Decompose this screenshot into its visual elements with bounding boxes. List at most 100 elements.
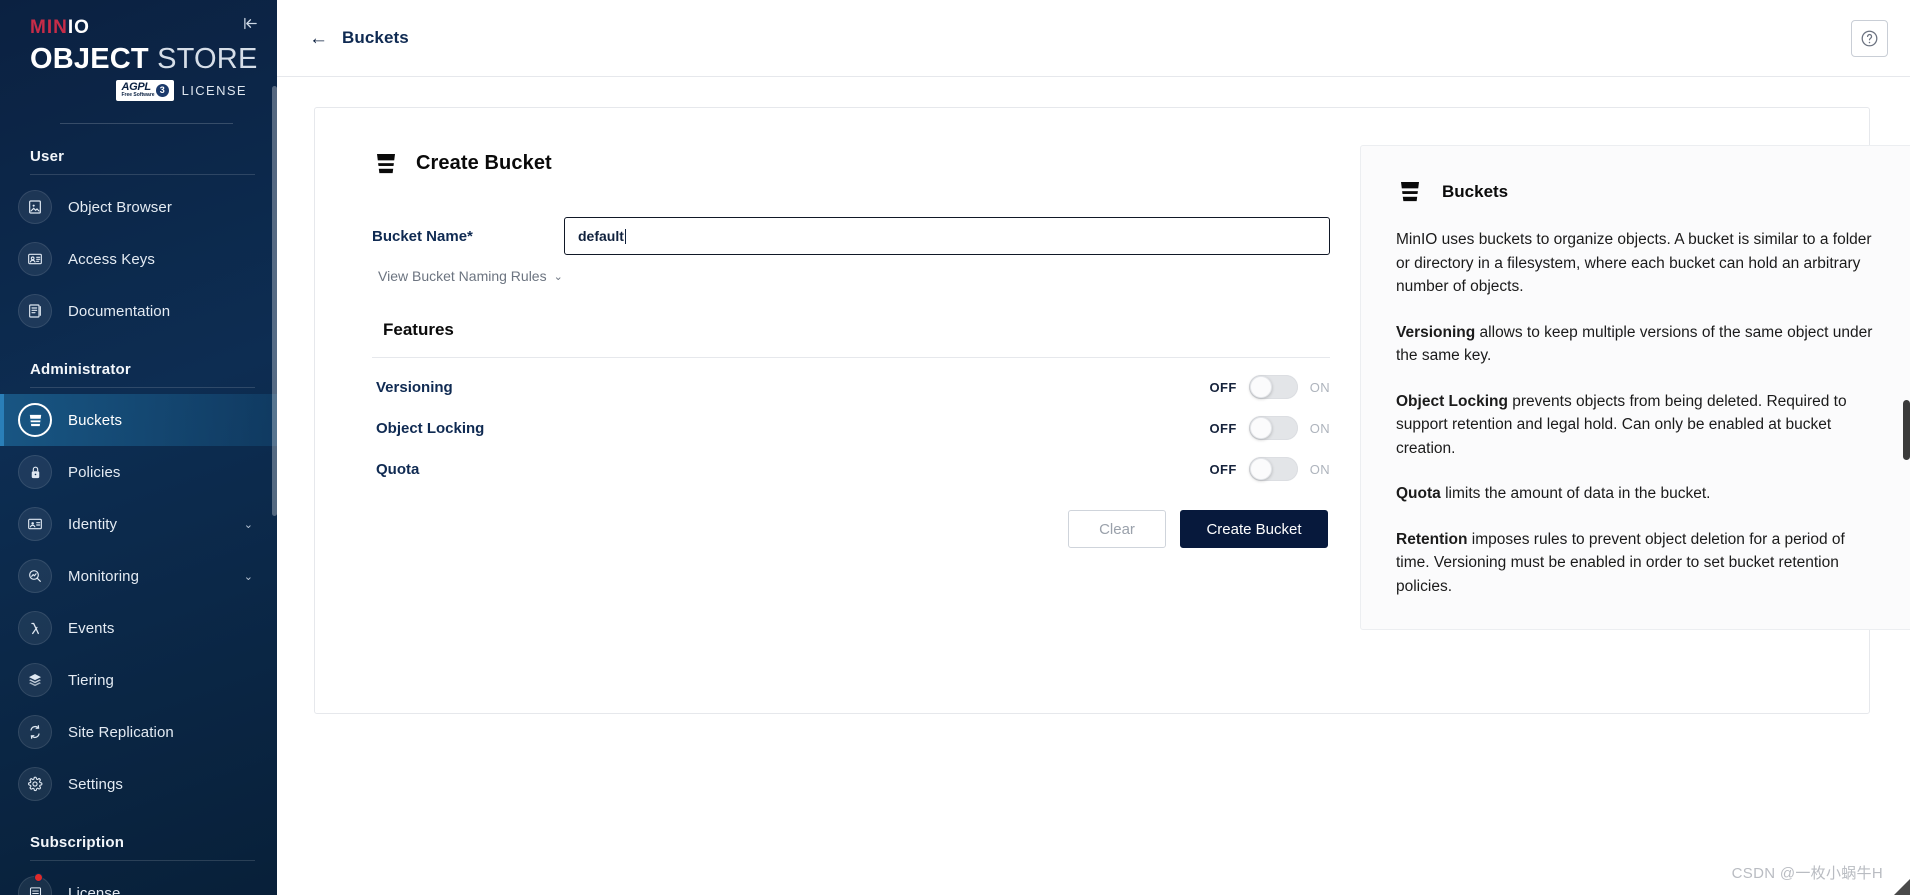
bucket-icon <box>1396 178 1424 205</box>
sidebar-item-identity[interactable]: Identity ⌄ <box>0 498 277 550</box>
sidebar-item-label: License <box>68 884 121 895</box>
bucket-name-label: Bucket Name* <box>372 227 473 245</box>
toggle-on-label: ON <box>1309 379 1330 395</box>
create-bucket-form: Create Bucket Bucket Name* default View … <box>345 134 1330 687</box>
feature-row-object-locking: Object Locking OFF ON <box>372 399 1330 440</box>
sidebar-group-rule <box>30 174 255 176</box>
buckets-info-panel: Buckets MinIO uses buckets to organize o… <box>1360 145 1910 630</box>
info-term-quota: Quota <box>1396 485 1441 503</box>
sidebar-item-documentation[interactable]: Documentation <box>0 285 277 337</box>
sidebar-item-label: Tiering <box>68 671 114 689</box>
toggle-knob <box>1249 417 1272 439</box>
events-lambda-icon <box>18 611 52 646</box>
sidebar-nav: User Object Browser Access Keys Document… <box>0 124 277 895</box>
corner-fold-decoration <box>1894 879 1910 895</box>
object-locking-toggle[interactable] <box>1248 416 1298 440</box>
bucket-name-value: default <box>578 228 624 244</box>
agpl-version-text: 3 <box>155 83 169 97</box>
sidebar-item-label: Buckets <box>68 411 123 429</box>
bucket-icon <box>372 150 400 177</box>
sidebar-item-policies[interactable]: Policies <box>0 446 277 498</box>
sidebar-item-tiering[interactable]: Tiering <box>0 654 277 706</box>
site-replication-icon <box>18 715 52 750</box>
minio-console-app: MINIO OBJECT STORE AGPL Free Software 3 … <box>0 0 1910 895</box>
info-term-retention: Retention <box>1396 530 1468 548</box>
sidebar: MINIO OBJECT STORE AGPL Free Software 3 … <box>0 0 277 895</box>
info-paragraph-intro: MinIO uses buckets to organize objects. … <box>1396 231 1872 296</box>
chevron-down-icon[interactable]: ⌄ <box>244 518 263 531</box>
help-circle-icon[interactable] <box>1851 19 1888 57</box>
sidebar-group-user: User <box>30 148 65 166</box>
info-paragraph-object-locking: Object Locking prevents objects from bei… <box>1396 390 1879 461</box>
bucket-icon <box>18 403 52 438</box>
sidebar-item-events[interactable]: Events <box>0 602 277 654</box>
quota-toggle-wrap: OFF ON <box>1209 457 1330 481</box>
view-bucket-naming-rules-link[interactable]: View Bucket Naming Rules ⌄ <box>378 268 563 284</box>
form-actions: Clear Create Bucket <box>372 510 1328 548</box>
sidebar-group-subscription: Subscription <box>30 834 125 852</box>
sidebar-item-label: Monitoring <box>68 567 140 585</box>
object-browser-icon <box>18 190 52 225</box>
chevron-down-icon[interactable]: ⌄ <box>244 570 263 583</box>
sidebar-item-label: Site Replication <box>68 723 174 741</box>
sidebar-item-label: Documentation <box>68 302 171 320</box>
sidebar-group-administrator: Administrator <box>30 361 131 379</box>
create-bucket-panel: Create Bucket Bucket Name* default View … <box>314 107 1910 714</box>
sidebar-item-monitoring[interactable]: Monitoring ⌄ <box>0 550 277 602</box>
toggle-off-label: OFF <box>1209 420 1237 436</box>
create-bucket-header: Create Bucket <box>372 150 1330 177</box>
main-content: ← Buckets Create Bucket Bucket Name* def… <box>277 0 1910 895</box>
clear-button[interactable]: Clear <box>1068 510 1166 548</box>
agpl-sub-text: Free Software <box>121 92 155 99</box>
sidebar-item-settings[interactable]: Settings <box>0 758 277 810</box>
minio-wordmark: MINIO <box>30 18 255 37</box>
agpl-badge-icon: AGPL Free Software 3 <box>116 80 174 102</box>
collapse-sidebar-icon[interactable] <box>237 10 263 36</box>
watermark: CSDN @一枚小蜗牛H <box>1731 865 1883 882</box>
info-header: Buckets <box>1396 178 1879 205</box>
info-paragraph-versioning: Versioning allows to keep multiple versi… <box>1396 321 1879 368</box>
policies-lock-icon <box>18 455 52 490</box>
license-label: LICENSE <box>181 83 247 99</box>
info-title: Buckets <box>1442 181 1509 201</box>
feature-label: Object Locking <box>376 419 485 437</box>
chevron-down-icon: ⌄ <box>553 270 563 283</box>
bucket-name-input[interactable]: default <box>564 217 1330 255</box>
sidebar-item-site-replication[interactable]: Site Replication <box>0 706 277 758</box>
sidebar-item-label: Policies <box>68 463 121 481</box>
versioning-toggle[interactable] <box>1248 375 1298 399</box>
create-bucket-title: Create Bucket <box>416 152 552 174</box>
tiering-layers-icon <box>18 663 52 698</box>
sidebar-item-label: Identity <box>68 515 118 533</box>
minio-min-text: MIN <box>30 17 68 38</box>
toggle-knob <box>1249 458 1272 480</box>
info-term-object-locking: Object Locking <box>1396 392 1508 410</box>
feature-label: Versioning <box>376 378 453 396</box>
versioning-toggle-wrap: OFF ON <box>1209 375 1330 399</box>
sidebar-item-buckets[interactable]: Buckets <box>0 394 277 447</box>
sidebar-item-label: Events <box>68 619 115 637</box>
feature-row-versioning: Versioning OFF ON <box>372 358 1330 399</box>
sidebar-item-object-browser[interactable]: Object Browser <box>0 181 277 233</box>
info-text-quota: limits the amount of data in the bucket. <box>1440 485 1711 503</box>
access-keys-icon <box>18 242 52 277</box>
page-scrollbar-thumb[interactable] <box>1903 400 1910 460</box>
sidebar-item-label: Access Keys <box>68 250 155 268</box>
create-bucket-button[interactable]: Create Bucket <box>1180 510 1328 548</box>
sidebar-divider <box>60 123 233 125</box>
sidebar-item-access-keys[interactable]: Access Keys <box>0 233 277 285</box>
sidebar-item-label: Object Browser <box>68 198 172 216</box>
sidebar-item-license[interactable]: License <box>0 867 277 895</box>
sidebar-group-rule <box>30 860 255 862</box>
back-arrow-icon[interactable]: ← <box>309 29 328 48</box>
settings-gear-icon <box>18 767 52 802</box>
page-title: Buckets <box>342 28 409 47</box>
info-term-versioning: Versioning <box>1396 323 1476 341</box>
text-caret <box>624 228 626 244</box>
feature-row-quota: Quota OFF ON <box>372 440 1330 481</box>
bucket-name-field-row: Bucket Name* default <box>372 217 1330 255</box>
info-paragraph-quota: Quota limits the amount of data in the b… <box>1396 482 1879 506</box>
quota-toggle[interactable] <box>1248 457 1298 481</box>
features-heading: Features <box>383 320 454 339</box>
documentation-icon <box>18 294 52 329</box>
